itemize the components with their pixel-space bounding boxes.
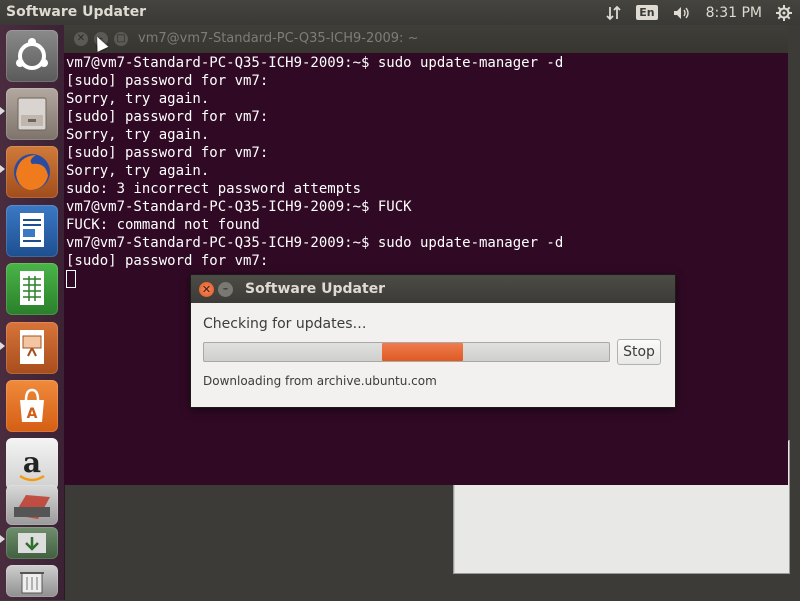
- terminal-titlebar[interactable]: ✕ – □ vm7@vm7-Standard-PC-Q35-ICH9-2009:…: [64, 25, 788, 53]
- maximize-icon[interactable]: □: [114, 32, 128, 46]
- progress-bar: [203, 342, 610, 362]
- terminal-line: FUCK: command not found: [66, 217, 260, 233]
- calc-spreadsheet-icon[interactable]: [6, 263, 58, 315]
- dialog-title: Software Updater: [245, 281, 386, 297]
- running-indicator: [0, 165, 5, 173]
- terminal-line: Sorry, try again.: [66, 127, 210, 143]
- settings-gear-icon[interactable]: [776, 4, 792, 21]
- stop-button[interactable]: Stop: [617, 339, 661, 365]
- terminal-line: Sorry, try again.: [66, 91, 210, 107]
- terminal-line: Sorry, try again.: [66, 163, 210, 179]
- writer-document-icon[interactable]: [6, 205, 58, 257]
- close-icon[interactable]: ✕: [74, 32, 88, 46]
- terminal-title: vm7@vm7-Standard-PC-Q35-ICH9-2009: ~: [138, 31, 419, 46]
- file-cabinet-icon[interactable]: [6, 88, 58, 140]
- clock[interactable]: 8:31 PM: [706, 5, 762, 21]
- volume-icon[interactable]: [672, 5, 692, 21]
- terminal-window[interactable]: ✕ – □ vm7@vm7-Standard-PC-Q35-ICH9-2009:…: [64, 25, 788, 485]
- firefox-icon[interactable]: [6, 146, 58, 198]
- top-panel: Software Updater En 8:31 PM: [0, 0, 800, 25]
- keyboard-language-indicator[interactable]: En: [636, 5, 658, 20]
- terminal-output[interactable]: vm7@vm7-Standard-PC-Q35-ICH9-2009:~$ sud…: [66, 54, 786, 482]
- terminal-line: sudo: 3 incorrect password attempts: [66, 181, 362, 197]
- running-indicator: [0, 342, 5, 350]
- software-center-icon[interactable]: A: [6, 380, 58, 432]
- terminal-line: vm7@vm7-Standard-PC-Q35-ICH9-2009:~$ sud…: [66, 235, 564, 251]
- network-transfer-icon[interactable]: [606, 5, 622, 21]
- language-badge: En: [636, 5, 658, 20]
- download-source-text: Downloading from archive.ubuntu.com: [203, 374, 437, 388]
- trash-icon[interactable]: [6, 565, 58, 597]
- text-cursor: [66, 270, 76, 288]
- amazon-icon[interactable]: a: [6, 438, 58, 490]
- svg-text:A: A: [27, 406, 38, 422]
- terminal-line: [sudo] password for vm7:: [66, 253, 269, 269]
- terminal-line: [sudo] password for vm7:: [66, 73, 269, 89]
- dialog-titlebar[interactable]: ✕ – Software Updater: [191, 275, 675, 303]
- software-updater-icon[interactable]: [6, 527, 58, 559]
- terminal-line: [sudo] password for vm7:: [66, 109, 269, 125]
- software-updater-dialog[interactable]: ✕ – Software Updater Checking for update…: [190, 274, 676, 408]
- system-settings-icon[interactable]: [6, 485, 58, 525]
- launcher: A a: [0, 25, 65, 600]
- terminal-line: vm7@vm7-Standard-PC-Q35-ICH9-2009:~$ FUC…: [66, 199, 412, 215]
- terminal-line: vm7@vm7-Standard-PC-Q35-ICH9-2009:~$ sud…: [66, 55, 564, 71]
- active-app-title: Software Updater: [6, 4, 147, 20]
- running-indicator: [0, 535, 5, 543]
- svg-text:a: a: [23, 446, 41, 479]
- dialog-close-icon[interactable]: ✕: [199, 282, 214, 297]
- impress-presentation-icon[interactable]: [6, 322, 58, 374]
- running-indicator: [0, 107, 5, 115]
- ubuntu-logo-icon[interactable]: [6, 30, 58, 82]
- status-text: Checking for updates…: [203, 316, 367, 332]
- dialog-minimize-icon[interactable]: –: [218, 282, 233, 297]
- progress-bar-fill: [382, 343, 463, 361]
- indicator-area: En 8:31 PM: [606, 0, 800, 25]
- terminal-line: [sudo] password for vm7:: [66, 145, 269, 161]
